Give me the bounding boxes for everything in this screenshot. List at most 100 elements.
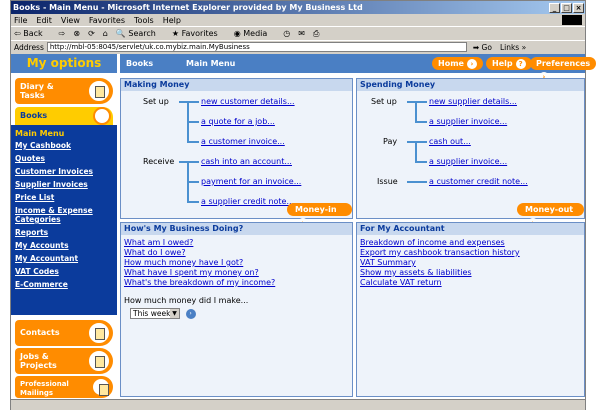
export-cashbook-link[interactable]: Export my cashbook transaction history — [360, 248, 581, 258]
pay-supplier-invoice-link[interactable]: a supplier invoice... — [429, 157, 507, 166]
income-breakdown-link[interactable]: What's the breakdown of my income? — [124, 278, 349, 288]
connector-line — [415, 121, 427, 123]
connector-line — [415, 101, 417, 121]
sidebar-item-reports[interactable]: Reports — [15, 228, 115, 237]
sidebar-item-customer-invoices[interactable]: Customer Invoices — [15, 167, 115, 176]
books-submenu: Main Menu My Cashbook Quotes Customer In… — [15, 129, 115, 293]
supplier-credit-link[interactable]: a supplier credit note... — [201, 197, 294, 206]
home-button[interactable]: Home › — [432, 57, 483, 70]
sidebar-item-my-accountant[interactable]: My Accountant — [15, 254, 115, 263]
sidebar-item-jobs[interactable]: Jobs & Projects — [15, 348, 113, 374]
search-button[interactable]: 🔍 Search — [116, 29, 164, 38]
period-select[interactable]: This week — [130, 308, 180, 319]
favorites-button[interactable]: ★ Favorites — [172, 29, 226, 38]
help-button[interactable]: Help? — [486, 57, 532, 70]
home-icon[interactable]: ⌂ — [103, 29, 108, 38]
title-bar: Books - Main Menu - Microsoft Internet E… — [11, 1, 585, 14]
jobs-icon — [87, 349, 111, 373]
owed-link[interactable]: What am I owed? — [124, 238, 349, 248]
making-money-panel: Making Money Set up new customer details… — [120, 78, 353, 228]
sidebar-item-diary[interactable]: Diary & Tasks — [15, 78, 113, 104]
setup-label: Set up — [143, 97, 169, 106]
mailings-icon — [91, 377, 111, 397]
connector-line — [179, 101, 199, 103]
menu-edit[interactable]: Edit — [36, 16, 52, 25]
go-button[interactable]: ➡ Go — [473, 43, 492, 52]
stop-icon[interactable]: ⊗ — [73, 29, 80, 38]
spent-link[interactable]: What have I spent my money on? — [124, 268, 349, 278]
sidebar-item-mailings[interactable]: Professional Mailings — [15, 376, 113, 398]
money-got-link[interactable]: How much money have I got? — [124, 258, 349, 268]
menu-tools[interactable]: Tools — [134, 16, 154, 25]
sidebar-item-supplier-invoices[interactable]: Supplier Invoices — [15, 180, 115, 189]
status-bar — [11, 399, 585, 410]
issue-label: Issue — [377, 177, 398, 186]
sidebar-item-contacts[interactable]: Contacts — [15, 320, 113, 346]
owe-link[interactable]: What do I owe? — [124, 248, 349, 258]
sidebar: My options Diary & Tasks Books Main Menu… — [11, 54, 117, 399]
toolbar: ⇦ Back ⇨ ⊗ ⟳ ⌂ 🔍 Search ★ Favorites ◉ Me… — [11, 26, 585, 40]
sidebar-item-price-list[interactable]: Price List — [15, 193, 115, 202]
mail-icon[interactable]: ✉ — [298, 29, 305, 38]
refresh-icon[interactable]: ⟳ — [88, 29, 95, 38]
supplier-invoice-link[interactable]: a supplier invoice... — [429, 117, 507, 126]
connector-line — [187, 181, 199, 183]
address-input[interactable]: http://mbl-05:8045/servlet/uk.co.mybiz.m… — [46, 42, 467, 52]
customer-invoice-link[interactable]: a customer invoice... — [201, 137, 285, 146]
sidebar-item-quotes[interactable]: Quotes — [15, 154, 115, 163]
new-customer-link[interactable]: new customer details... — [201, 97, 295, 106]
new-supplier-link[interactable]: new supplier details... — [429, 97, 517, 106]
preferences-button[interactable]: Preferences› — [530, 57, 596, 82]
period-go-button[interactable]: › — [185, 308, 196, 319]
windows-logo-icon — [562, 15, 582, 25]
minimize-button[interactable]: _ — [549, 2, 560, 13]
sidebar-heading: My options — [11, 54, 117, 73]
history-icon[interactable]: ◷ — [283, 29, 290, 38]
accountant-title: For My Accountant — [357, 223, 584, 235]
maximize-button[interactable]: □ — [561, 2, 572, 13]
menu-file[interactable]: File — [14, 16, 27, 25]
back-button[interactable]: ⇦ Back — [14, 29, 51, 38]
media-button[interactable]: ◉ Media — [234, 29, 276, 38]
pound-coin-icon — [93, 107, 111, 125]
customer-credit-link[interactable]: a customer credit note... — [429, 177, 528, 186]
cash-out-link[interactable]: cash out... — [429, 137, 471, 146]
sidebar-item-ecommerce[interactable]: E-Commerce — [15, 280, 115, 289]
making-money-title: Making Money — [121, 79, 352, 91]
invoice-payment-link[interactable]: payment for an invoice... — [201, 177, 301, 186]
money-out-button[interactable]: Money-out› — [517, 203, 584, 228]
money-in-button[interactable]: Money-in› — [287, 203, 352, 228]
cash-in-link[interactable]: cash into an account... — [201, 157, 292, 166]
sidebar-item-cashbook[interactable]: My Cashbook — [15, 141, 115, 150]
sidebar-item-my-accounts[interactable]: My Accounts — [15, 241, 115, 250]
window-title: Books - Main Menu - Microsoft Internet E… — [13, 3, 363, 12]
assets-liabilities-link[interactable]: Show my assets & liabilities — [360, 268, 581, 278]
quote-link[interactable]: a quote for a job... — [201, 117, 275, 126]
background-slide-left — [0, 0, 10, 416]
contacts-icon — [87, 321, 111, 345]
vat-summary-link[interactable]: VAT Summary — [360, 258, 581, 268]
sidebar-item-categories[interactable]: Income & Expense Categories — [15, 206, 115, 224]
tab-books[interactable]: Books — [126, 59, 153, 68]
vat-return-link[interactable]: Calculate VAT return — [360, 278, 581, 288]
address-label: Address — [14, 42, 44, 52]
print-icon[interactable]: ⎙ — [313, 29, 319, 39]
menu-help[interactable]: Help — [163, 16, 181, 25]
browser-window: Books - Main Menu - Microsoft Internet E… — [10, 0, 596, 410]
header-bar: Books Main Menu Home › Help? Preferences› — [120, 54, 596, 82]
diary-icon — [87, 79, 111, 103]
jobs-label: Jobs & Projects — [20, 352, 57, 370]
sidebar-item-vat-codes[interactable]: VAT Codes — [15, 267, 115, 276]
tab-main-menu[interactable]: Main Menu — [186, 59, 235, 68]
links-button[interactable]: Links » — [500, 43, 526, 52]
connector-line — [407, 181, 427, 183]
menu-view[interactable]: View — [61, 16, 80, 25]
connector-line — [407, 141, 427, 143]
money-question: How much money did I make... — [124, 296, 249, 305]
close-button[interactable]: × — [573, 2, 584, 13]
connector-line — [415, 161, 427, 163]
income-expenses-link[interactable]: Breakdown of income and expenses — [360, 238, 581, 248]
sidebar-item-books[interactable]: Books — [15, 107, 113, 125]
menu-favorites[interactable]: Favorites — [89, 16, 125, 25]
forward-button[interactable]: ⇨ — [59, 29, 66, 38]
